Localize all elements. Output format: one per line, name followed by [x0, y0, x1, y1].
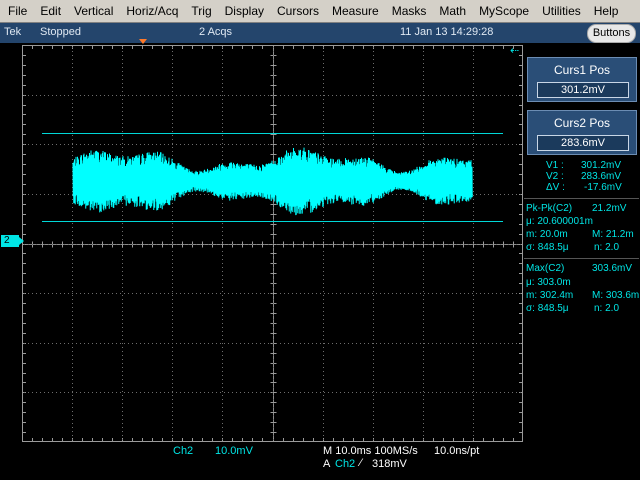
- channel-marker-arrow: [19, 237, 24, 245]
- cursor2-label: Curs2 Pos: [553, 116, 611, 130]
- v2-value: 283.6mV: [581, 171, 622, 182]
- measurement-count: n: 2.0: [594, 242, 620, 253]
- menu-math[interactable]: Math: [432, 0, 472, 23]
- menu-help[interactable]: Help: [587, 0, 625, 23]
- status-bar: Tek Stopped 2 Acqs 11 Jan 13 14:29:28: [0, 23, 640, 43]
- acquisition-count: 2 Acqs: [199, 26, 233, 38]
- sample-interval-readout: 10.0ns/pt: [434, 445, 480, 457]
- v2-label: V2 :: [546, 171, 564, 182]
- measurement-min: m: 302.4m: [526, 290, 574, 301]
- rising-edge-icon: ⁄: [360, 457, 362, 469]
- menu-edit[interactable]: Edit: [33, 0, 67, 23]
- divider: [524, 258, 639, 259]
- buttons-button[interactable]: Buttons: [587, 24, 636, 43]
- measurement-value: 303.6mV: [592, 263, 633, 274]
- acquisition-state: Stopped: [40, 26, 81, 38]
- channel-2-marker[interactable]: 2: [1, 235, 19, 247]
- menu-file[interactable]: File: [0, 0, 33, 23]
- menu-measure[interactable]: Measure: [325, 0, 385, 23]
- measurement-name: Max(C2): [526, 263, 565, 274]
- menu-bar: File Edit Vertical Horiz/Acq Trig Displa…: [0, 0, 640, 23]
- measurement-mean: μ: 303.0m: [526, 277, 571, 288]
- menu-masks[interactable]: Masks: [385, 0, 433, 23]
- timebase-readout[interactable]: M 10.0ms 100MS/s: [323, 445, 418, 457]
- cursor1-position-control[interactable]: Curs1 Pos 301.2mV: [527, 57, 637, 102]
- divider: [524, 198, 639, 199]
- delta-v-label: ΔV :: [546, 182, 565, 193]
- menu-horiz-acq[interactable]: Horiz/Acq: [119, 0, 184, 23]
- menu-myscope[interactable]: MyScope: [472, 0, 535, 23]
- cursor1-value-field[interactable]: 301.2mV: [537, 82, 629, 98]
- menu-vertical[interactable]: Vertical: [67, 0, 119, 23]
- menu-cursors[interactable]: Cursors: [270, 0, 325, 23]
- channel-readout-scale[interactable]: 10.0mV: [215, 445, 253, 457]
- trigger-prefix: A: [323, 458, 331, 470]
- v1-value: 301.2mV: [581, 160, 622, 171]
- measurement-max: M: 303.6m: [592, 290, 640, 301]
- date-time: 11 Jan 13 14:29:28: [400, 26, 494, 38]
- measurement-sigma: σ: 848.5μ: [526, 303, 569, 314]
- cursor1-label: Curs1 Pos: [553, 63, 611, 77]
- brand-label: Tek: [4, 26, 22, 38]
- menu-utilities[interactable]: Utilities: [535, 0, 587, 23]
- v1-label: V1 :: [546, 160, 564, 171]
- measurement-value: 21.2mV: [592, 203, 627, 214]
- trigger-source[interactable]: Ch2: [335, 458, 355, 470]
- delta-v-value: -17.6mV: [584, 182, 622, 193]
- measurement-name: Pk-Pk(C2): [526, 203, 573, 214]
- measurement-mean: μ: 20.600001m: [526, 216, 593, 227]
- cursor2-value-field[interactable]: 283.6mV: [537, 135, 629, 151]
- readout-panel: [523, 43, 640, 480]
- measurement-min: m: 20.0m: [526, 229, 568, 240]
- menu-display[interactable]: Display: [218, 0, 270, 23]
- menu-trig[interactable]: Trig: [184, 0, 217, 23]
- left-arrow-icon[interactable]: ⇠: [510, 44, 519, 57]
- measurement-sigma: σ: 848.5μ: [526, 242, 569, 253]
- channel-readout-name[interactable]: Ch2: [173, 445, 193, 457]
- measurement-count: n: 2.0: [594, 303, 620, 314]
- trigger-level[interactable]: 318mV: [372, 458, 407, 470]
- waveform-graticule[interactable]: [22, 45, 523, 442]
- cursor2-position-control[interactable]: Curs2 Pos 283.6mV: [527, 110, 637, 155]
- measurement-max: M: 21.2m: [592, 229, 634, 240]
- trigger-position-marker[interactable]: [139, 39, 147, 44]
